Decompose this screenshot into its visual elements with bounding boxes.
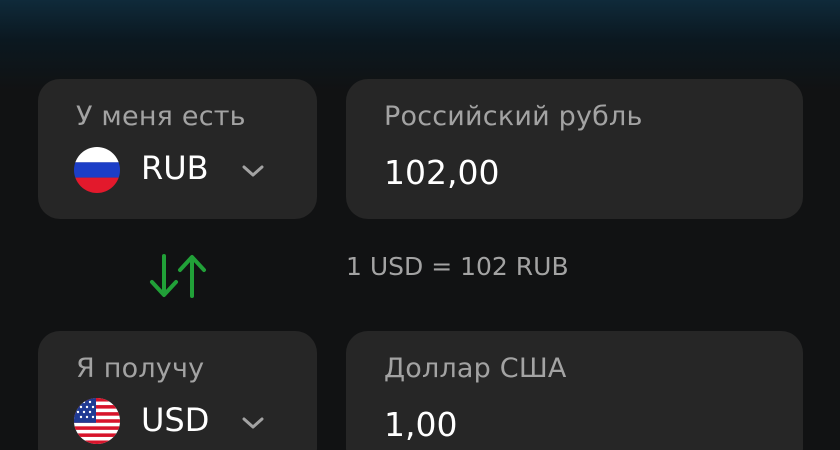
usa-flag-icon: [74, 398, 120, 444]
swap-button[interactable]: [148, 250, 210, 302]
chevron-down-icon: [242, 417, 264, 429]
from-currency-selector[interactable]: У меня есть RUB: [38, 79, 317, 219]
to-amount-field[interactable]: Доллар США 1,00: [346, 331, 803, 450]
from-amount-field[interactable]: Российский рубль 102,00: [346, 79, 803, 219]
from-currency-name: Российский рубль: [384, 101, 643, 132]
to-currency-name: Доллар США: [384, 353, 567, 384]
to-amount-input[interactable]: 1,00: [384, 405, 457, 444]
to-label: Я получу: [76, 353, 205, 384]
from-label: У меня есть: [76, 101, 246, 132]
to-currency-selector[interactable]: Я получу USD: [38, 331, 317, 450]
chevron-down-icon: [242, 165, 264, 177]
exchange-rate: 1 USD = 102 RUB: [346, 252, 569, 281]
from-currency-code: RUB: [141, 149, 209, 187]
to-currency-code: USD: [141, 401, 210, 439]
russia-flag-icon: [74, 147, 120, 193]
from-amount-input[interactable]: 102,00: [384, 153, 499, 192]
swap-arrows-icon: [150, 254, 206, 298]
